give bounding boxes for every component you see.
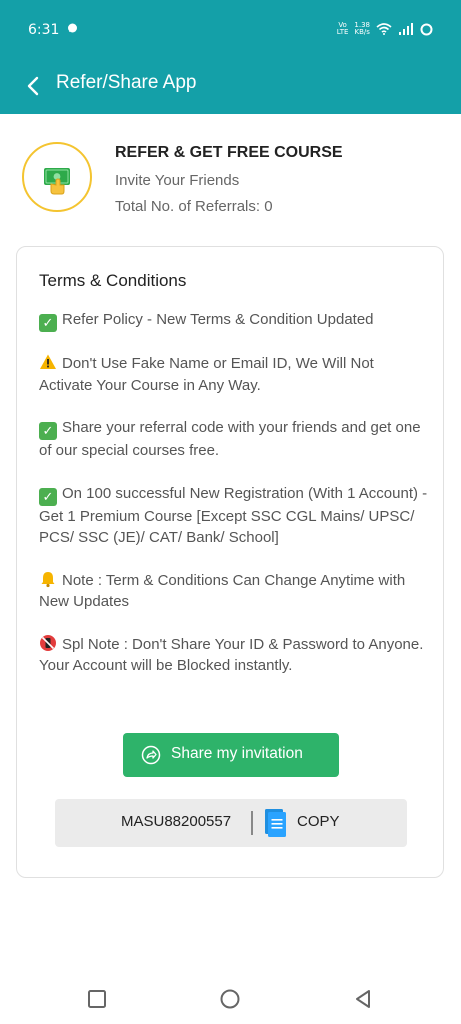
back-button[interactable] [20,72,48,100]
code-divider [251,811,253,835]
terms-item: Don't Use Fake Name or Email ID, We Will… [39,353,429,396]
copy-label: COPY [297,813,340,830]
system-back-button[interactable] [352,988,374,1010]
share-button-label: Share my invitation [171,745,303,762]
warning-icon [40,354,56,369]
terms-item: ✓ On 100 successful New Registration (Wit… [39,483,429,549]
arrow-back-icon [27,76,39,96]
share-icon [141,745,161,765]
status-time: 6:31 [28,22,78,38]
terms-item: Spl Note : Don't Share Your ID & Passwor… [39,634,429,677]
status-time-text: 6:31 [28,22,60,38]
terms-card: Terms & Conditions ✓ Refer Policy - New T… [16,246,444,878]
terms-title: Terms & Conditions [39,271,187,290]
terms-item-text: Share your referral code with your frien… [39,419,421,459]
status-bar: 6:31 Vo LTE 1.38 KB/s [0,0,461,58]
referral-header: REFER & GET FREE COURSE Invite Your Frie… [22,140,442,220]
terms-item: Note : Term & Conditions Can Change Anyt… [39,570,429,613]
chat-bubble-icon [67,23,77,33]
bell-icon [41,571,55,587]
square-icon [88,990,106,1008]
referral-title: REFER & GET FREE COURSE [115,144,343,161]
referral-code-text: MASU88200557 [121,813,232,830]
check-mark-icon: ✓ [39,314,57,332]
terms-item-text: Don't Use Fake Name or Email ID, We Will… [39,355,374,394]
terms-item-text: On 100 successful New Registration (With… [39,484,428,547]
document-copy-icon [265,809,286,837]
triangle-back-icon [356,990,370,1008]
recents-button[interactable] [86,988,108,1010]
page-title: Refer/Share App [56,72,197,93]
terms-item: ✓ Share your referral code with your frie… [39,417,429,462]
terms-item: ✓ Refer Policy - New Terms & Condition Up… [39,309,429,332]
terms-list: ✓ Refer Policy - New Terms & Condition Up… [39,309,429,698]
signal-icon [399,23,413,35]
system-nav-bar [0,970,461,1024]
network-label: LTE [336,28,349,36]
share-invitation-button[interactable]: Share my invitation [123,733,339,777]
app-bar: Refer/Share App [0,58,461,114]
check-mark-icon: ✓ [39,422,57,440]
terms-item-text: Note : Term & Conditions Can Change Anyt… [39,571,406,611]
terms-item-text: Refer Policy - New Terms & Condition Upd… [62,311,374,328]
money-in-hand-icon [44,168,70,195]
referral-icon-ring [22,142,92,212]
wifi-icon [376,23,392,35]
referral-subtitle: Invite Your Friends [115,172,240,189]
speed-indicator: 1.38 KB/s [354,22,370,36]
status-icons: Vo LTE 1.38 KB/s [337,22,433,36]
check-mark-icon: ✓ [39,487,57,506]
circle-icon [220,989,240,1009]
no-mobile-phones-icon [40,634,56,651]
network-indicator: Vo LTE [336,21,349,36]
referral-code-bar: MASU88200557 COPY [55,799,407,847]
speed-unit: KB/s [354,28,370,36]
terms-item-text: Spl Note : Don't Share Your ID & Passwor… [39,635,424,675]
home-button[interactable] [219,988,241,1010]
battery-ring-icon [420,23,433,35]
referral-count: Total No. of Referrals: 0 [115,198,273,215]
